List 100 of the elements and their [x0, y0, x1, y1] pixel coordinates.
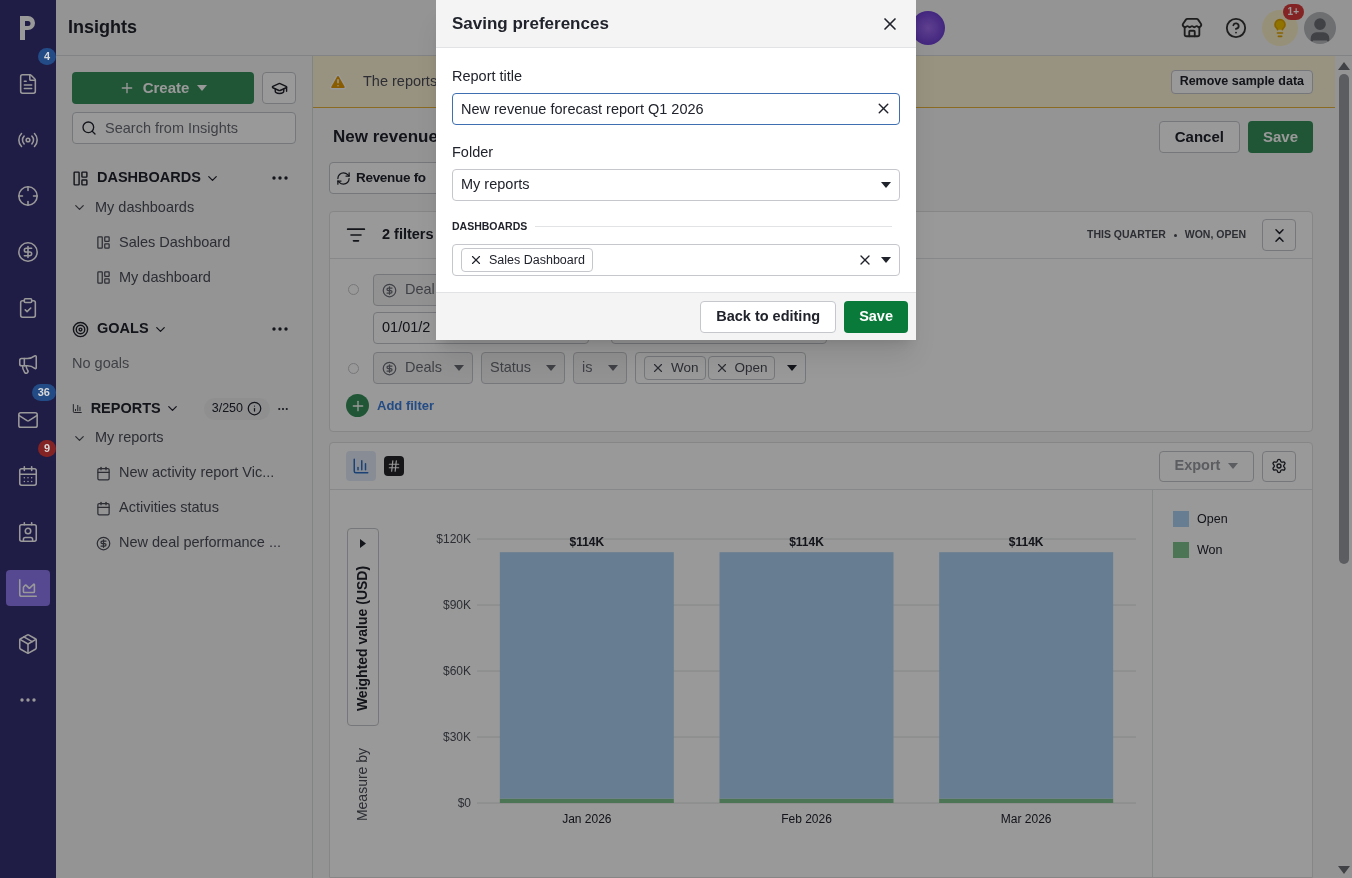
caret-icon: [1228, 463, 1239, 469]
scrollbar-thumb[interactable]: [1338, 74, 1349, 564]
search-field[interactable]: Search from Insights: [72, 112, 296, 144]
scroll-down-icon[interactable]: [1337, 866, 1350, 874]
caret-icon: [786, 365, 797, 371]
legend-label: Won: [1197, 541, 1223, 559]
folder-select[interactable]: My reports: [452, 168, 900, 201]
value-label: $114K: [789, 535, 824, 550]
axis-label: Jan 2026: [562, 812, 612, 826]
folder-item[interactable]: My reports: [72, 420, 296, 456]
axis-label: $90K: [442, 598, 471, 612]
report-count: 3/250: [203, 397, 270, 420]
cancel-button[interactable]: Cancel: [1158, 121, 1240, 153]
banner-text: The reports: [363, 71, 438, 91]
section-header[interactable]: DASHBOARDS: [97, 167, 220, 189]
value-label: $114K: [1008, 535, 1044, 550]
calendar-icon: [96, 500, 111, 516]
hash-icon: [387, 459, 401, 473]
operator-select[interactable]: is: [573, 352, 627, 384]
avatar[interactable]: [1304, 11, 1336, 44]
folder-item[interactable]: My dashboards: [72, 190, 296, 225]
nav-item[interactable]: [6, 570, 50, 606]
caret-icon: [881, 257, 891, 264]
filter-icon: [346, 225, 366, 245]
more-icon: [20, 698, 36, 702]
more-icon[interactable]: [272, 327, 288, 331]
remove-sample-button[interactable]: Remove sample data: [1170, 69, 1313, 94]
info-icon: [247, 401, 262, 417]
measure-select[interactable]: Weighted value (USD): [347, 528, 379, 726]
value-select[interactable]: Won Open: [635, 352, 806, 384]
entity-select[interactable]: Deals: [373, 352, 473, 384]
sidebar-item[interactable]: My dashboard: [72, 260, 296, 295]
caret-icon: [360, 539, 366, 548]
more-icon[interactable]: [278, 406, 288, 411]
document-icon: [17, 73, 39, 95]
axis-label: $30K: [442, 730, 471, 744]
page-title: Insights: [67, 16, 138, 39]
axis-label: Feb 2026: [781, 812, 832, 826]
warning-icon: [329, 72, 347, 91]
section-header[interactable]: GOALS: [97, 318, 168, 340]
back-button[interactable]: Back to editing: [700, 300, 837, 333]
measure-label: Measure by: [353, 747, 372, 822]
save-button[interactable]: Save: [1247, 121, 1313, 153]
save-button[interactable]: Save: [844, 300, 908, 333]
caret-icon: [608, 365, 618, 371]
megaphone-icon: [17, 353, 39, 375]
axis-label: $60K: [442, 664, 471, 678]
axis-label: $120K: [436, 532, 471, 546]
value-tag[interactable]: Open: [707, 356, 775, 380]
help-icon[interactable]: [1225, 16, 1247, 39]
dollar-icon: [382, 282, 397, 298]
tips-button[interactable]: [1262, 9, 1298, 46]
create-button[interactable]: Create: [72, 72, 254, 104]
caret-icon: [881, 181, 891, 188]
area-chart-icon: [17, 577, 39, 599]
more-icon[interactable]: [272, 176, 288, 180]
notification-badge: 36: [31, 384, 56, 401]
clipboard-icon: [17, 297, 39, 319]
section-header[interactable]: REPORTS: [90, 397, 180, 420]
legend-label: Open: [1197, 511, 1228, 528]
axis-label: $0: [457, 796, 471, 810]
dollar-icon: [17, 241, 39, 263]
target-icon: [17, 185, 39, 207]
notification-badge: 9: [37, 440, 56, 457]
sidebar-item[interactable]: Activities status: [72, 490, 296, 526]
view-toggle[interactable]: [384, 456, 404, 476]
dashboard-tag[interactable]: Sales Dashboard: [461, 248, 593, 273]
empty-text: No goals: [72, 354, 131, 373]
dashboard-icon: [96, 270, 111, 285]
view-toggle[interactable]: [346, 451, 376, 481]
caret-icon: [454, 365, 464, 371]
notification-badge: 1+: [1282, 3, 1304, 20]
field-select[interactable]: Status: [481, 352, 565, 384]
dashboards-select[interactable]: Sales Dashboard: [452, 244, 900, 277]
sidebar-item[interactable]: New activity report Vic...: [72, 455, 296, 491]
title-field[interactable]: New revenue forecast report Q1 2026: [452, 92, 900, 125]
sidebar-item[interactable]: New deal performance ...: [72, 525, 296, 561]
marketplace-icon[interactable]: [1181, 16, 1203, 39]
value-label: $114K: [569, 535, 605, 550]
caret-icon: [197, 85, 208, 91]
sidebar-item[interactable]: Sales Dashboard: [72, 225, 296, 260]
filter-summary: WON, OPEN: [1184, 227, 1246, 243]
dollar-icon: [382, 360, 397, 376]
search-icon: [81, 120, 97, 136]
contact-card-icon: [17, 521, 39, 543]
filter-summary: THIS QUARTER: [1087, 227, 1166, 243]
settings-button[interactable]: [1262, 450, 1296, 482]
value-tag[interactable]: Won: [644, 356, 706, 380]
logo-icon: [18, 14, 38, 42]
field-label: Report title: [452, 67, 524, 86]
collapse-button[interactable]: [1262, 219, 1296, 251]
scroll-up-icon[interactable]: [1337, 62, 1350, 70]
add-icon[interactable]: [346, 394, 369, 417]
academy-button[interactable]: [262, 72, 296, 104]
caret-icon: [546, 365, 556, 371]
dialog-title: Saving preferences: [452, 12, 609, 35]
calendar-icon: [17, 465, 39, 487]
dashboard-icon: [96, 235, 111, 250]
add-filter-link[interactable]: Add filter: [377, 395, 435, 416]
report-title: New revenue: [332, 126, 438, 149]
